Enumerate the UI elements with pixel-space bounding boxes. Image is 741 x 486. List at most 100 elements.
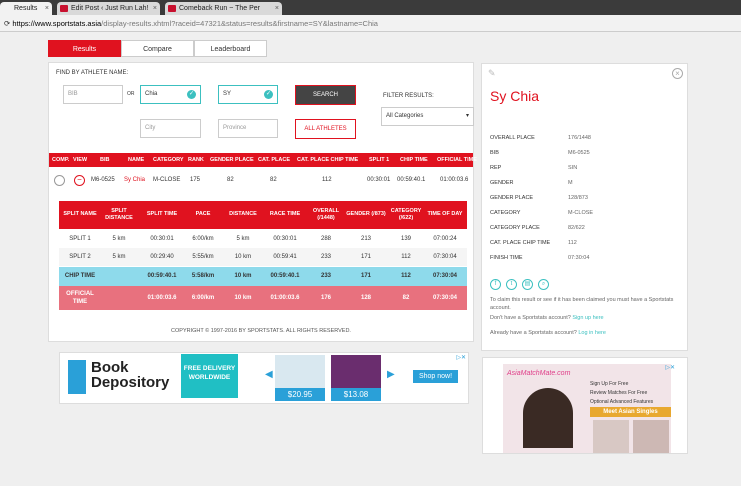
split-cell: OFFICIAL TIME [66, 291, 94, 305]
adchoices-icon[interactable]: ▷✕ [665, 364, 675, 371]
split-cell: 171 [360, 273, 371, 279]
edit-icon[interactable]: ✎ [488, 68, 496, 79]
or-label: OR [127, 91, 135, 97]
ad-brand-line2: Depository [91, 374, 170, 391]
shop-now-button[interactable]: Shop now! [413, 370, 458, 383]
row-name-link[interactable]: Sy Chia [124, 177, 145, 183]
split-col-total-distance: DISTANCE [229, 211, 257, 217]
split-cell: 10 km [234, 273, 252, 279]
price-2: $13.08 [331, 388, 381, 401]
certificate-icon[interactable]: ▤ [522, 279, 533, 290]
split-cell: SPLIT 1 [69, 236, 91, 242]
tab-title: Edit Post ‹ Just Run Lah! [71, 5, 149, 12]
book-depository-ad[interactable]: Book Depository FREE DELIVERY WORLDWIDE … [59, 352, 469, 404]
split-row: SPLIT 2 5 km 00:29:40 5:55/km 10 km 00:5… [59, 248, 467, 266]
all-athletes-button[interactable]: ALL ATHLETES [295, 119, 356, 139]
lastname-input[interactable]: Chia ✓ [140, 85, 201, 104]
field-gender-place: GENDER PLACE 128/873 [490, 195, 588, 201]
signup-text: Don't have a Sportstats account? [490, 315, 571, 321]
compare-radio[interactable] [54, 175, 65, 186]
split-cell: 6:00/km [191, 295, 215, 301]
split-col-pace: PACE [195, 211, 211, 217]
category-select[interactable]: All Categories ▾ [381, 107, 474, 126]
split-cell: SPLIT 2 [69, 254, 91, 260]
col-chip-time: CHIP TIME [400, 157, 428, 163]
split-cell: 07:30:04 [432, 273, 458, 279]
field-key: OVERALL PLACE [490, 135, 535, 141]
check-icon: ✓ [187, 90, 196, 99]
split-cell: CHIP TIME [64, 273, 96, 279]
facebook-icon[interactable]: f [490, 279, 501, 290]
field-value: M [568, 180, 573, 186]
tab-compare[interactable]: Compare [121, 40, 194, 57]
close-icon[interactable]: × [153, 2, 157, 15]
favicon-icon [168, 5, 176, 12]
address-bar[interactable]: ⟳ https://www.sportstats.asia/display-re… [0, 15, 741, 32]
city-input[interactable]: City [140, 119, 201, 138]
field-key: CAT. PLACE CHIP TIME [490, 240, 551, 246]
split-cell: 00:59:41 [273, 254, 297, 260]
tab-results[interactable]: Results [48, 40, 121, 57]
firstname-value: SY [223, 91, 232, 97]
firstname-input[interactable]: SY ✓ [218, 85, 278, 104]
split-cell: 213 [360, 236, 371, 242]
ad-person-image [523, 388, 573, 448]
search-button[interactable]: SEARCH [295, 85, 356, 105]
col-rank: RANK [188, 157, 204, 163]
field-finish-time: FINISH TIME 07:30:04 [490, 255, 589, 261]
close-icon[interactable]: × [275, 2, 279, 15]
tab-leaderboard[interactable]: Leaderboard [194, 40, 267, 57]
field-value: 128/873 [568, 195, 588, 201]
login-link[interactable]: Log in here [578, 330, 606, 336]
split-col-time: SPLIT TIME [146, 211, 178, 217]
price-1: $20.95 [275, 388, 325, 401]
split-cell: 139 [400, 236, 411, 242]
bib-input[interactable]: BIB [63, 85, 123, 104]
col-split1: SPLIT 1 [369, 157, 390, 163]
twitter-icon[interactable]: t [506, 279, 517, 290]
close-icon[interactable]: × [45, 2, 49, 15]
arrow-left-icon[interactable]: ◀ [265, 369, 273, 380]
split-col-category: CATEGORY (/622) [390, 208, 422, 221]
split-cell: 5 km [236, 236, 250, 242]
browser-tab-results[interactable]: Results × [0, 2, 52, 15]
split-cell: 10 km [234, 254, 252, 260]
col-cat-place-chip: CAT. PLACE CHIP TIME [297, 157, 359, 163]
split-cell: 07:30:04 [433, 254, 457, 260]
ad-thumb-image [633, 420, 669, 453]
field-category-place: CATEGORY PLACE 82/622 [490, 225, 585, 231]
split-cell: 176 [320, 295, 331, 301]
row-category: M-CLOSE [153, 177, 181, 183]
asia-match-ad[interactable]: AsiaMatchMate.com Sign Up For Free Revie… [482, 357, 688, 454]
collapse-icon[interactable]: − [74, 175, 85, 186]
lastname-value: Chia [145, 91, 158, 97]
results-table-header: COMP. VIEW BIB NAME CATEGORY RANK GENDER… [49, 153, 477, 167]
field-value: M6-0525 [568, 150, 590, 156]
split-cell: 07:30:04 [432, 295, 458, 301]
signup-link[interactable]: Sign up here [572, 315, 603, 321]
caret-down-icon: ▾ [465, 113, 469, 119]
split-cell: 07:00:24 [433, 236, 457, 242]
browser-tab-comeback[interactable]: Comeback Run ~ The Per × [165, 2, 282, 15]
arrow-right-icon[interactable]: ▶ [387, 369, 395, 380]
tab-title: Results [14, 5, 38, 12]
province-input[interactable]: Province [218, 119, 278, 138]
field-value: 07:30:04 [568, 255, 590, 261]
split-cell: 00:59:40.1 [147, 273, 177, 279]
search-icon[interactable]: ⌕ [538, 279, 549, 290]
book-cover-2 [331, 355, 381, 388]
split-cell: 288 [320, 236, 331, 242]
field-value: SIN [568, 165, 578, 171]
ad-feature: Optional Advanced Features [590, 399, 654, 405]
row-official-time: 01:00:03.6 [440, 177, 469, 183]
adchoices-icon[interactable]: ▷✕ [456, 354, 466, 361]
close-icon[interactable]: × [672, 68, 683, 79]
table-row[interactable]: − M6-0525 Sy Chia M-CLOSE 175 82 82 112 … [49, 171, 473, 191]
split-col-overall: OVERALL (/1448) [312, 208, 340, 221]
athlete-name: Sy Chia [490, 88, 540, 104]
browser-tab-edit-post[interactable]: Edit Post ‹ Just Run Lah! × [57, 2, 160, 15]
field-rep: REP SIN [490, 165, 577, 171]
filter-label: FILTER RESULTS: [383, 93, 434, 99]
ad-brand-line1: Book [91, 359, 129, 376]
login-text: Already have a Sportstats account? [490, 330, 577, 336]
